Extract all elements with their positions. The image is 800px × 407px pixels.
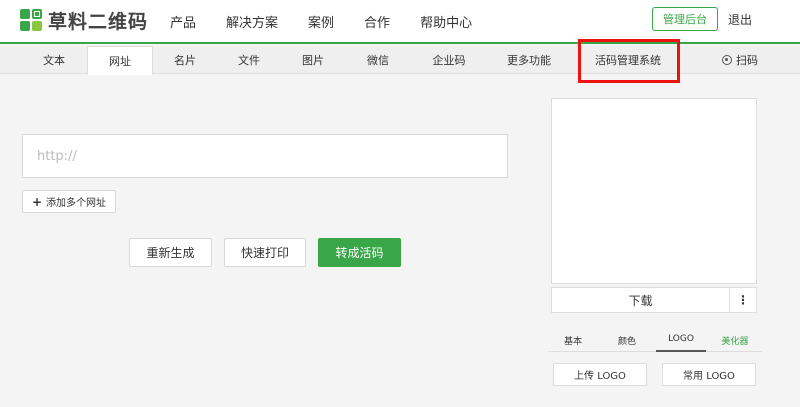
tab-business-card[interactable]: 名片 — [153, 46, 217, 74]
url-input[interactable] — [22, 134, 508, 178]
more-options-icon[interactable]: ⋮ — [729, 287, 757, 313]
quick-print-button[interactable]: 快速打印 — [224, 238, 306, 267]
qr-code-preview — [551, 98, 757, 284]
nav-item-cases[interactable]: 案例 — [308, 12, 334, 31]
tab-more-features[interactable]: 更多功能 — [493, 46, 565, 74]
tab-image[interactable]: 图片 — [281, 46, 345, 74]
tab-enterprise-code[interactable]: 企业码 — [411, 46, 487, 74]
highlight-annotation — [578, 39, 680, 83]
upload-logo-button[interactable]: 上传 LOGO — [553, 363, 647, 386]
tab-url[interactable]: 网址 — [87, 46, 153, 75]
style-tabs: 基本 颜色 LOGO 美化器 — [548, 328, 762, 352]
nav-item-products[interactable]: 产品 — [170, 12, 196, 31]
tab-file[interactable]: 文件 — [217, 46, 281, 74]
style-tab-beautifier[interactable]: 美化器 — [710, 328, 760, 352]
style-tab-basic[interactable]: 基本 — [548, 328, 598, 352]
add-multiple-urls-button[interactable]: + 添加多个网址 — [22, 190, 116, 213]
nav-item-solutions[interactable]: 解决方案 — [226, 12, 278, 31]
download-button[interactable]: 下载 — [551, 287, 730, 313]
nav-item-help[interactable]: 帮助中心 — [420, 12, 472, 31]
admin-console-button[interactable]: 管理后台 — [652, 7, 718, 31]
brand-name: 草料二维码 — [48, 10, 149, 33]
top-navigation: 草料二维码 产品 解决方案 案例 合作 帮助中心 管理后台 退出 — [0, 0, 800, 44]
scan-tab[interactable]: 扫码 — [722, 46, 758, 74]
tab-wechat[interactable]: 微信 — [345, 46, 411, 74]
common-logo-button[interactable]: 常用 LOGO — [662, 363, 756, 386]
style-tab-color[interactable]: 颜色 — [602, 328, 652, 352]
regenerate-button[interactable]: 重新生成 — [129, 238, 212, 267]
main-nav: 产品 解决方案 案例 合作 帮助中心 — [170, 12, 502, 31]
scan-label: 扫码 — [736, 54, 758, 67]
logo-icon — [20, 9, 42, 31]
add-multiple-urls-label: 添加多个网址 — [46, 198, 107, 209]
content-type-tabs: 文本 网址 名片 文件 图片 微信 企业码 更多功能 活码管理系统 — [0, 46, 800, 75]
tab-text[interactable]: 文本 — [22, 46, 86, 74]
plus-icon: + — [31, 194, 43, 209]
camera-icon — [722, 55, 732, 65]
logout-link[interactable]: 退出 — [728, 11, 752, 28]
nav-item-cooperation[interactable]: 合作 — [364, 12, 390, 31]
brand-logo[interactable]: 草料二维码 — [20, 8, 149, 33]
convert-live-code-button[interactable]: 转成活码 — [318, 238, 401, 267]
style-tab-logo[interactable]: LOGO — [656, 328, 706, 352]
